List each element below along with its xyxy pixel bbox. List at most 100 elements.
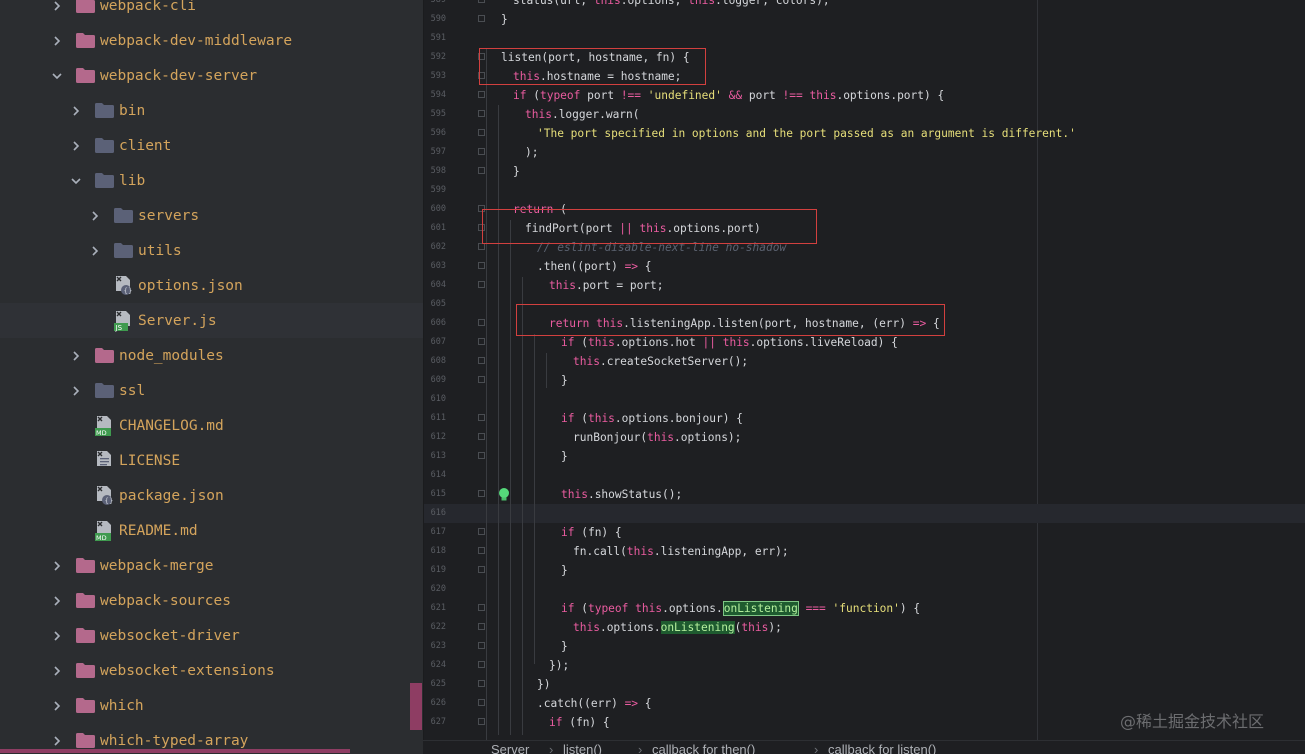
- code-line[interactable]: 621 if (typeof this.options.onListening =…: [424, 599, 1305, 618]
- code-line[interactable]: 620: [424, 580, 1305, 599]
- tree-item-webpack-sources[interactable]: webpack-sources: [0, 583, 423, 618]
- fold-marker-icon[interactable]: [478, 433, 485, 440]
- tree-item-client[interactable]: client: [0, 128, 423, 163]
- chevron-right-icon[interactable]: [69, 139, 83, 153]
- code-line[interactable]: 624});: [424, 656, 1305, 675]
- fold-marker-icon[interactable]: [478, 167, 485, 174]
- fold-marker-icon[interactable]: [478, 110, 485, 117]
- chevron-right-icon[interactable]: [69, 349, 83, 363]
- tree-scrollbar-thumb[interactable]: [410, 683, 422, 730]
- tree-item-node-modules[interactable]: node_modules: [0, 338, 423, 373]
- fold-marker-icon[interactable]: [478, 718, 485, 725]
- tree-item-readme-md[interactable]: MD README.md: [0, 513, 423, 548]
- code-line[interactable]: 589 status(url, this.options, this.logger…: [424, 0, 1305, 10]
- code-line[interactable]: 590}: [424, 10, 1305, 29]
- horizontal-scrollbar[interactable]: [0, 749, 350, 753]
- code-line[interactable]: 614: [424, 466, 1305, 485]
- tree-item-utils[interactable]: utils: [0, 233, 423, 268]
- chevron-right-icon[interactable]: [50, 629, 64, 643]
- fold-marker-icon[interactable]: [478, 0, 485, 3]
- tree-item-options-json[interactable]: {} options.json: [0, 268, 423, 303]
- chevron-right-icon[interactable]: [50, 34, 64, 48]
- code-line[interactable]: 616: [424, 504, 1305, 523]
- chevron-right-icon[interactable]: [50, 699, 64, 713]
- chevron-down-icon[interactable]: [50, 69, 64, 83]
- code-editor[interactable]: 589 status(url, this.options, this.logger…: [423, 0, 1305, 740]
- code-line[interactable]: 597);: [424, 143, 1305, 162]
- code-line[interactable]: 625}): [424, 675, 1305, 694]
- breadcrumb-item[interactable]: callback for then(): [652, 742, 755, 754]
- tree-item-websocket-extensions[interactable]: websocket-extensions: [0, 653, 423, 688]
- lightbulb-icon[interactable]: [498, 487, 510, 501]
- tree-item-package-json[interactable]: {} package.json: [0, 478, 423, 513]
- fold-marker-icon[interactable]: [478, 566, 485, 573]
- code-line[interactable]: 619}: [424, 561, 1305, 580]
- fold-marker-icon[interactable]: [478, 528, 485, 535]
- code-line[interactable]: 608 this.createSocketServer();: [424, 352, 1305, 371]
- code-line[interactable]: 610: [424, 390, 1305, 409]
- code-line[interactable]: 591: [424, 29, 1305, 48]
- tree-item-webpack-dev-middleware[interactable]: webpack-dev-middleware: [0, 23, 423, 58]
- chevron-right-icon[interactable]: [88, 209, 102, 223]
- code-line[interactable]: 594 if (typeof port !== 'undefined' && po…: [424, 86, 1305, 105]
- fold-marker-icon[interactable]: [478, 547, 485, 554]
- fold-marker-icon[interactable]: [478, 338, 485, 345]
- chevron-right-icon[interactable]: [50, 664, 64, 678]
- fold-marker-icon[interactable]: [478, 148, 485, 155]
- fold-marker-icon[interactable]: [478, 91, 485, 98]
- breadcrumb-item[interactable]: callback for listen(): [828, 742, 936, 754]
- code-line[interactable]: 596 'The port specified in options and th…: [424, 124, 1305, 143]
- chevron-right-icon[interactable]: [50, 734, 64, 748]
- code-line[interactable]: 599: [424, 181, 1305, 200]
- fold-marker-icon[interactable]: [478, 604, 485, 611]
- code-line[interactable]: 623}: [424, 637, 1305, 656]
- tree-item-webpack-dev-server[interactable]: webpack-dev-server: [0, 58, 423, 93]
- chevron-right-icon[interactable]: [50, 0, 64, 13]
- tree-item-servers[interactable]: servers: [0, 198, 423, 233]
- fold-marker-icon[interactable]: [478, 376, 485, 383]
- code-line[interactable]: 595 this.logger.warn(: [424, 105, 1305, 124]
- fold-marker-icon[interactable]: [478, 319, 485, 326]
- tree-item-license[interactable]: LICENSE: [0, 443, 423, 478]
- fold-marker-icon[interactable]: [478, 680, 485, 687]
- fold-marker-icon[interactable]: [478, 661, 485, 668]
- breadcrumb-item[interactable]: Server: [491, 742, 529, 754]
- tree-item-ssl[interactable]: ssl: [0, 373, 423, 408]
- code-line[interactable]: 598}: [424, 162, 1305, 181]
- chevron-right-icon[interactable]: [88, 244, 102, 258]
- code-line[interactable]: 615 this.showStatus();: [424, 485, 1305, 504]
- fold-marker-icon[interactable]: [478, 699, 485, 706]
- tree-item-lib[interactable]: lib: [0, 163, 423, 198]
- code-line[interactable]: 618 fn.call(this.listeningApp, err);: [424, 542, 1305, 561]
- tree-item-changelog-md[interactable]: MD CHANGELOG.md: [0, 408, 423, 443]
- code-line[interactable]: 617 if (fn) {: [424, 523, 1305, 542]
- tree-item-server-js[interactable]: JS Server.js: [0, 303, 423, 338]
- fold-marker-icon[interactable]: [478, 129, 485, 136]
- tree-item-websocket-driver[interactable]: websocket-driver: [0, 618, 423, 653]
- code-line[interactable]: 622 this.options.onListening(this);: [424, 618, 1305, 637]
- fold-marker-icon[interactable]: [478, 490, 485, 497]
- breadcrumb-item[interactable]: listen(): [563, 742, 602, 754]
- chevron-right-icon[interactable]: [50, 559, 64, 573]
- fold-marker-icon[interactable]: [478, 15, 485, 22]
- tree-item-bin[interactable]: bin: [0, 93, 423, 128]
- fold-marker-icon[interactable]: [478, 262, 485, 269]
- fold-marker-icon[interactable]: [478, 623, 485, 630]
- fold-marker-icon[interactable]: [478, 281, 485, 288]
- fold-marker-icon[interactable]: [478, 642, 485, 649]
- fold-marker-icon[interactable]: [478, 452, 485, 459]
- chevron-right-icon[interactable]: [50, 594, 64, 608]
- code-line[interactable]: 612 runBonjour(this.options);: [424, 428, 1305, 447]
- chevron-right-icon[interactable]: [69, 384, 83, 398]
- tree-item-webpack-cli[interactable]: webpack-cli: [0, 0, 423, 23]
- code-line[interactable]: 603 .then((port) => {: [424, 257, 1305, 276]
- fold-marker-icon[interactable]: [478, 414, 485, 421]
- fold-marker-icon[interactable]: [478, 357, 485, 364]
- code-line[interactable]: 613}: [424, 447, 1305, 466]
- chevron-down-icon[interactable]: [69, 174, 83, 188]
- code-line[interactable]: 604 this.port = port;: [424, 276, 1305, 295]
- tree-item-webpack-merge[interactable]: webpack-merge: [0, 548, 423, 583]
- code-line[interactable]: 609}: [424, 371, 1305, 390]
- tree-item-which[interactable]: which: [0, 688, 423, 723]
- code-line[interactable]: 611 if (this.options.bonjour) {: [424, 409, 1305, 428]
